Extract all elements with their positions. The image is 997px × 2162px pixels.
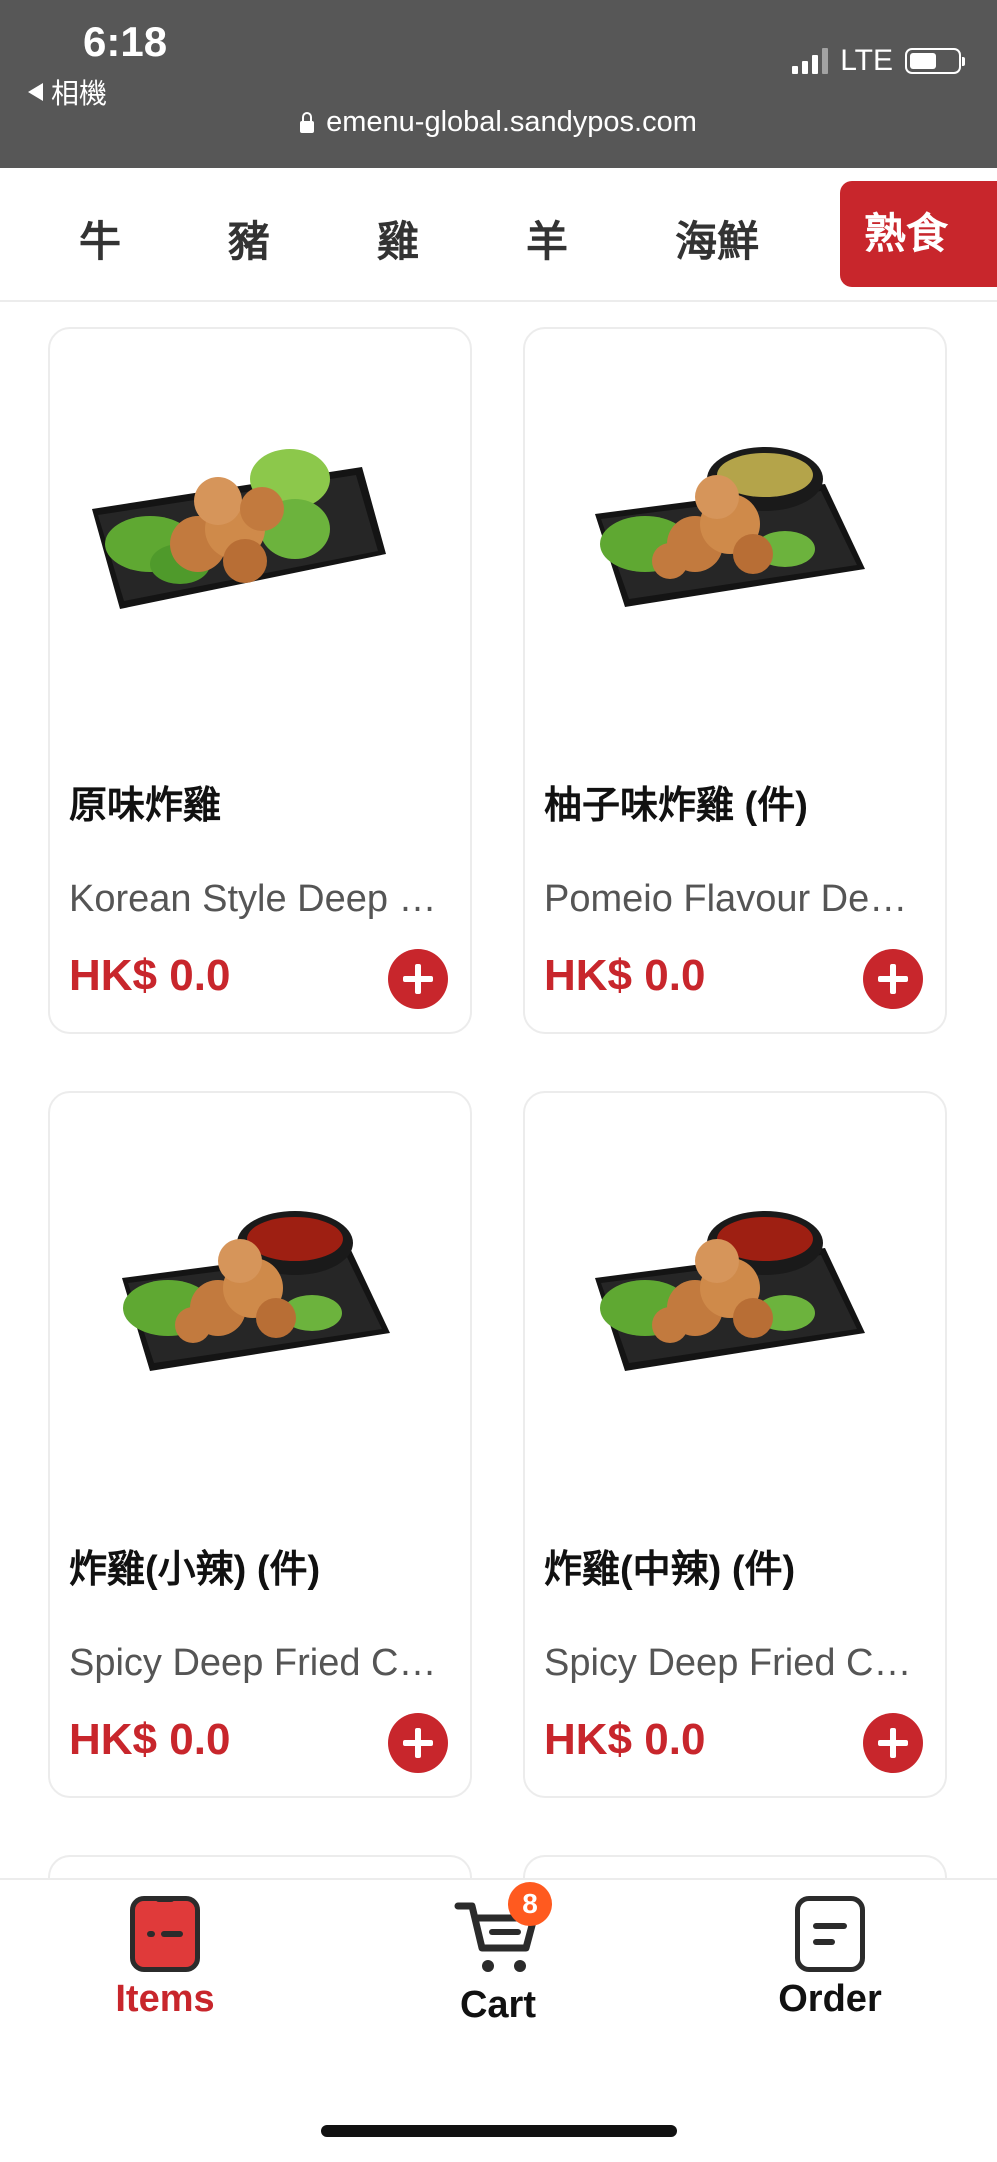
product-price: HK$ 0.0 <box>69 1715 231 1764</box>
nav-order-label: Order <box>778 1978 882 2020</box>
status-indicators: LTE <box>792 44 965 78</box>
product-description: Spicy Deep Fried Chicken (Mild) <box>69 1642 449 1684</box>
product-card[interactable]: 炸雞(小辣) (件) Spicy Deep Fried Chicken (Mil… <box>48 1091 472 1798</box>
product-name: 炸雞(中辣) (件) <box>544 1549 796 1591</box>
fried-chicken-photo <box>595 447 865 607</box>
nav-cart-button[interactable]: 8 Cart <box>398 1882 598 2027</box>
home-indicator[interactable] <box>321 2125 677 2137</box>
fried-chicken-photo <box>92 449 386 609</box>
signal-icon <box>792 48 829 74</box>
tab-seafood[interactable]: 海鮮 <box>675 208 759 269</box>
back-arrow-icon <box>28 83 43 101</box>
add-to-cart-button[interactable] <box>388 949 448 1009</box>
product-name: 炸雞(小辣) (件) <box>69 1549 321 1591</box>
product-card[interactable]: 柚子味炸雞 (件) Pomeio Flavour Deep Fried Chic… <box>523 327 947 1034</box>
status-bar: 6:18 相機 LTE emenu-global.sandypos.com <box>0 0 997 168</box>
product-name: 柚子味炸雞 (件) <box>544 785 808 827</box>
nav-items-button[interactable]: Items <box>65 1896 265 2021</box>
add-to-cart-button[interactable] <box>863 949 923 1009</box>
fried-chicken-photo <box>122 1211 390 1371</box>
tab-beef[interactable]: 牛 <box>79 208 121 269</box>
product-description: Pomeio Flavour Deep Fried Chicken <box>544 878 924 920</box>
product-card[interactable]: 炸雞(中辣) (件) Spicy Deep Fried Chicken (Med… <box>523 1091 947 1798</box>
battery-icon <box>905 48 965 74</box>
address-bar[interactable]: emenu-global.sandypos.com <box>0 106 997 139</box>
product-card[interactable]: 原味炸雞 Korean Style Deep Fried Chicken HK$… <box>48 327 472 1034</box>
category-tabs: 牛 豬 雞 羊 海鮮 熟食類 <box>0 168 997 302</box>
tab-cooked-food[interactable]: 熟食類 <box>840 181 997 287</box>
product-price: HK$ 0.0 <box>544 1715 706 1764</box>
menu-icon <box>130 1896 200 1972</box>
product-price: HK$ 0.0 <box>69 951 231 1000</box>
nav-cart-label: Cart <box>459 1984 537 2026</box>
nav-items-label: Items <box>115 1978 215 2020</box>
add-to-cart-button[interactable] <box>388 1713 448 1773</box>
product-name: 原味炸雞 <box>69 785 222 827</box>
order-list-icon <box>795 1896 865 1972</box>
url-text: emenu-global.sandypos.com <box>326 106 697 138</box>
add-to-cart-button[interactable] <box>863 1713 923 1773</box>
network-type: LTE <box>840 44 893 77</box>
clock: 6:18 <box>83 18 168 65</box>
bottom-navigation: Items 8 Cart Order <box>0 1878 997 2162</box>
nav-order-button[interactable]: Order <box>730 1896 930 2021</box>
tab-pork[interactable]: 豬 <box>228 208 270 269</box>
tab-chicken[interactable]: 雞 <box>377 208 419 269</box>
product-description: Korean Style Deep Fried Chicken <box>69 878 449 920</box>
product-price: HK$ 0.0 <box>544 951 706 1000</box>
fried-chicken-photo <box>595 1211 865 1371</box>
tab-lamb[interactable]: 羊 <box>526 208 568 269</box>
product-description: Spicy Deep Fried Chicken (Medium) <box>544 1642 924 1684</box>
cart-count-badge: 8 <box>508 1882 552 1926</box>
lock-icon <box>300 111 315 133</box>
